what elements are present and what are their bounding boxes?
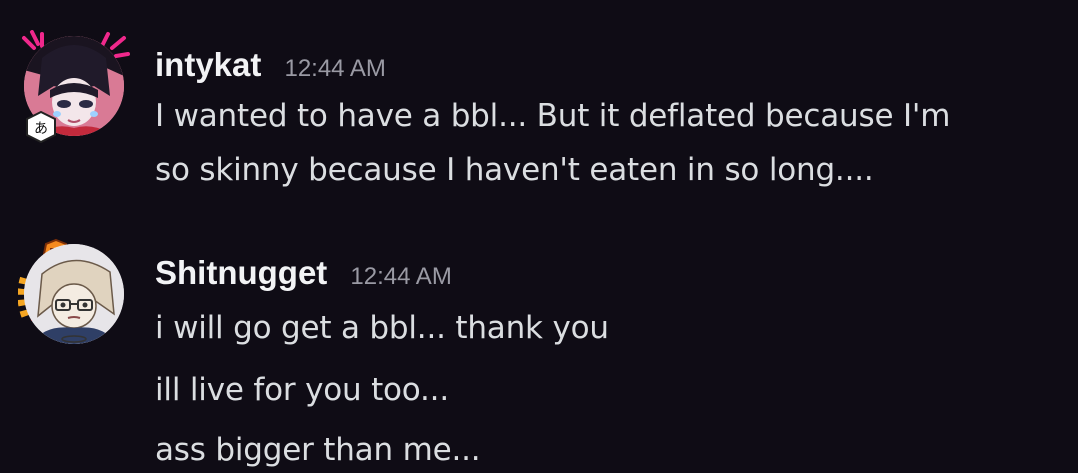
message-text-line: ill live for you too... bbox=[155, 372, 449, 408]
message-text-line: so skinny because I haven't eaten in so … bbox=[155, 152, 874, 188]
message-text-line: I wanted to have a bbl... But it deflate… bbox=[155, 98, 951, 134]
message-text-line: ass bigger than me... bbox=[155, 432, 481, 468]
svg-text:あ: あ bbox=[34, 121, 48, 137]
hexagon-badge-icon: あ bbox=[26, 110, 56, 144]
message-header: intykat 12:44 AM bbox=[155, 46, 386, 90]
username[interactable]: intykat bbox=[155, 46, 261, 84]
timestamp[interactable]: 12:44 AM bbox=[350, 263, 451, 291]
timestamp[interactable]: 12:44 AM bbox=[284, 55, 385, 83]
message-text-line: i will go get a bbl... thank you bbox=[155, 310, 609, 346]
avatar-with-decoration[interactable] bbox=[18, 238, 130, 350]
anime-character-avatar-icon bbox=[24, 244, 124, 344]
username[interactable]: Shitnugget bbox=[155, 254, 327, 292]
message-header: Shitnugget 12:44 AM bbox=[155, 254, 452, 298]
avatar-with-decoration[interactable]: あ bbox=[18, 30, 130, 144]
avatar[interactable] bbox=[24, 244, 124, 344]
